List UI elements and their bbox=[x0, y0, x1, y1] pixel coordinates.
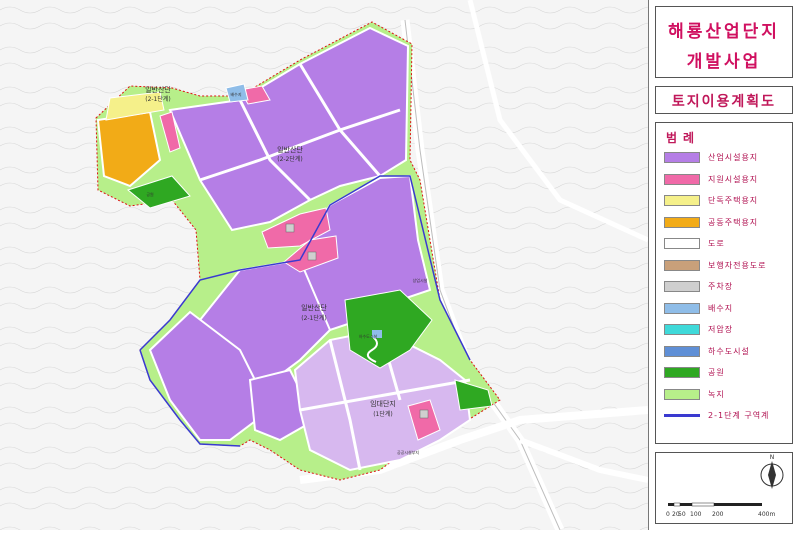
legend-label: 배수지 bbox=[708, 303, 734, 313]
legend-swatch bbox=[664, 324, 700, 335]
title-box: 해룡산업단지 개발사업 bbox=[655, 6, 793, 78]
scale-label: 200 bbox=[712, 511, 724, 518]
label-facility: 하수도시설 bbox=[359, 333, 378, 339]
legend-item: 저압장 bbox=[664, 323, 792, 337]
legend-label: 하수도시설 bbox=[708, 346, 750, 356]
land-use-map: 일반산단 (2-1단계) 일반산단 (2-2단계) 일반산단 (2-1단계) 임… bbox=[0, 0, 650, 532]
legend-item: 배수지 bbox=[664, 302, 792, 316]
scale-label: 50 bbox=[678, 511, 686, 518]
legend-item: 공원 bbox=[664, 366, 792, 380]
legend-label: 저압장 bbox=[708, 325, 734, 334]
legend: 범례 산업시설용지지원시설용지단독주택용지공동주택용지도로보행자전용도로주차장배… bbox=[655, 122, 793, 444]
north-needle-icon bbox=[768, 461, 776, 489]
scale-seg-1 bbox=[668, 503, 674, 506]
scale-seg-3 bbox=[680, 503, 692, 506]
legend-item: 하수도시설 bbox=[664, 345, 792, 359]
parking-1 bbox=[285, 223, 295, 233]
legend-item: 공동주택용지 bbox=[664, 216, 792, 230]
parking-2 bbox=[307, 251, 317, 261]
legend-label: 단독주택용지 bbox=[708, 196, 759, 205]
legend-label: 공동주택용지 bbox=[708, 217, 759, 227]
legend-swatch bbox=[664, 281, 700, 292]
legend-swatch bbox=[664, 259, 700, 271]
title-line-1: 해룡산업단지 bbox=[668, 22, 780, 42]
scale-label: 0 bbox=[666, 511, 670, 518]
north-label: N bbox=[770, 454, 775, 461]
legend-item: 주차장 bbox=[664, 280, 792, 294]
map-subtitle: 토지이용계획도 bbox=[671, 94, 777, 110]
legend-label: 보행자전용도로 bbox=[708, 260, 767, 270]
legend-label: 2-1단계 구역계 bbox=[708, 411, 770, 420]
legend-item: 도로 bbox=[664, 237, 792, 251]
subtitle-box: 토지이용계획도 bbox=[655, 86, 793, 114]
legend-item: 2-1단계 구역계 bbox=[664, 409, 792, 423]
legend-swatch bbox=[664, 414, 700, 417]
legend-swatch bbox=[664, 152, 700, 163]
label-rental-stage: (1단계) bbox=[373, 410, 393, 418]
label-roadside: 상업시설 bbox=[413, 277, 428, 283]
scale-box: N 0 20 50 100 200 400m bbox=[655, 452, 793, 524]
label-industry-c: 일반산단 bbox=[301, 303, 327, 312]
legend-item: 단독주택용지 bbox=[664, 194, 792, 208]
legend-item: 산업시설용지 bbox=[664, 151, 792, 165]
legend-swatch bbox=[664, 367, 700, 378]
scale-seg-5 bbox=[714, 503, 762, 506]
label-rental: 임대단지 bbox=[370, 399, 396, 408]
legend-label: 도로 bbox=[708, 239, 725, 248]
label-industry-c-stage: (2-1단계) bbox=[301, 314, 327, 322]
legend-swatch bbox=[664, 302, 700, 314]
label-industry-b-stage: (2-2단계) bbox=[277, 155, 303, 163]
legend-swatch bbox=[664, 195, 700, 206]
legend-swatch bbox=[664, 345, 700, 357]
label-industry-a: 일반산단 bbox=[145, 85, 171, 94]
label-park: 공원 bbox=[146, 191, 154, 197]
label-industry-b: 일반산단 bbox=[277, 145, 303, 154]
map-canvas: 일반산단 (2-1단계) 일반산단 (2-2단계) 일반산단 (2-1단계) 임… bbox=[0, 0, 650, 532]
legend-title: 범례 bbox=[666, 131, 701, 145]
scale-label: 100 bbox=[690, 511, 702, 518]
legend-label: 공원 bbox=[708, 368, 725, 377]
label-water: 배수지 bbox=[230, 91, 241, 97]
label-south-note: 공공시설부지 bbox=[397, 449, 419, 455]
legend-item: 지원시설용지 bbox=[664, 173, 792, 187]
legend-label: 주차장 bbox=[708, 282, 734, 291]
scale-labels: 0 20 50 100 200 400m bbox=[666, 511, 786, 521]
legend-label: 녹지 bbox=[708, 389, 725, 399]
legend-item: 녹지 bbox=[664, 388, 792, 402]
legend-swatch bbox=[664, 388, 700, 400]
scale-seg-4 bbox=[691, 502, 715, 507]
scale-seg-2 bbox=[673, 502, 681, 507]
label-industry-a-stage: (2-1단계) bbox=[145, 95, 171, 103]
parking-3 bbox=[419, 409, 429, 419]
legend-label: 산업시설용지 bbox=[708, 153, 759, 162]
title-line-2: 개발사업 bbox=[686, 52, 762, 72]
legend-swatch bbox=[664, 238, 700, 249]
legend-item: 보행자전용도로 bbox=[664, 259, 792, 273]
scale-label: 400m bbox=[758, 511, 776, 518]
legend-swatch bbox=[664, 216, 700, 228]
legend-swatch bbox=[664, 173, 700, 185]
legend-label: 지원시설용지 bbox=[708, 174, 759, 184]
info-panel: 해룡산업단지 개발사업 토지이용계획도 범례 산업시설용지지원시설용지단독주택용… bbox=[648, 0, 800, 530]
